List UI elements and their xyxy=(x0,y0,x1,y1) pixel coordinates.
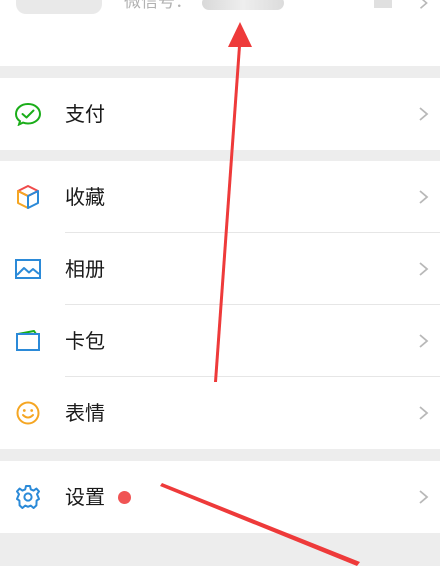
qr-code-icon[interactable] xyxy=(374,0,392,8)
menu-group-settings: 设置 xyxy=(0,461,440,533)
gear-icon xyxy=(16,485,40,509)
menu-group-services: 收藏 相册 卡包 表情 xyxy=(0,161,440,449)
chevron-right-icon xyxy=(419,406,429,420)
menu-item-label: 相册 xyxy=(65,257,105,281)
menu-item-settings[interactable]: 设置 xyxy=(0,461,440,533)
cube-icon xyxy=(17,185,39,209)
chevron-right-icon xyxy=(419,262,429,276)
card-icon xyxy=(16,330,40,351)
menu-item-label: 收藏 xyxy=(65,185,105,209)
wechat-pay-icon xyxy=(14,102,42,126)
menu-item-album[interactable]: 相册 xyxy=(0,233,440,305)
wechat-id-value-redacted xyxy=(202,0,284,10)
menu-item-label: 表情 xyxy=(65,401,105,425)
chevron-right-icon xyxy=(419,107,429,121)
chevron-right-icon xyxy=(419,334,429,348)
chevron-right-icon xyxy=(419,0,428,9)
wechat-id-label: 微信号： xyxy=(124,0,192,12)
avatar[interactable] xyxy=(16,0,102,14)
menu-item-label: 支付 xyxy=(65,102,105,126)
menu-item-stickers[interactable]: 表情 xyxy=(0,377,440,449)
profile-header[interactable]: 微信号： xyxy=(0,0,440,66)
menu-item-favorites[interactable]: 收藏 xyxy=(0,161,440,233)
menu-item-pay[interactable]: 支付 xyxy=(0,78,440,150)
menu-item-cards[interactable]: 卡包 xyxy=(0,305,440,377)
chevron-right-icon xyxy=(419,490,429,504)
menu-item-label: 卡包 xyxy=(65,329,105,353)
menu-group-pay: 支付 xyxy=(0,78,440,150)
photo-icon xyxy=(15,259,41,279)
notification-badge xyxy=(118,491,131,504)
smiley-icon xyxy=(16,401,40,425)
menu-item-label: 设置 xyxy=(65,485,105,509)
chevron-right-icon xyxy=(419,190,429,204)
